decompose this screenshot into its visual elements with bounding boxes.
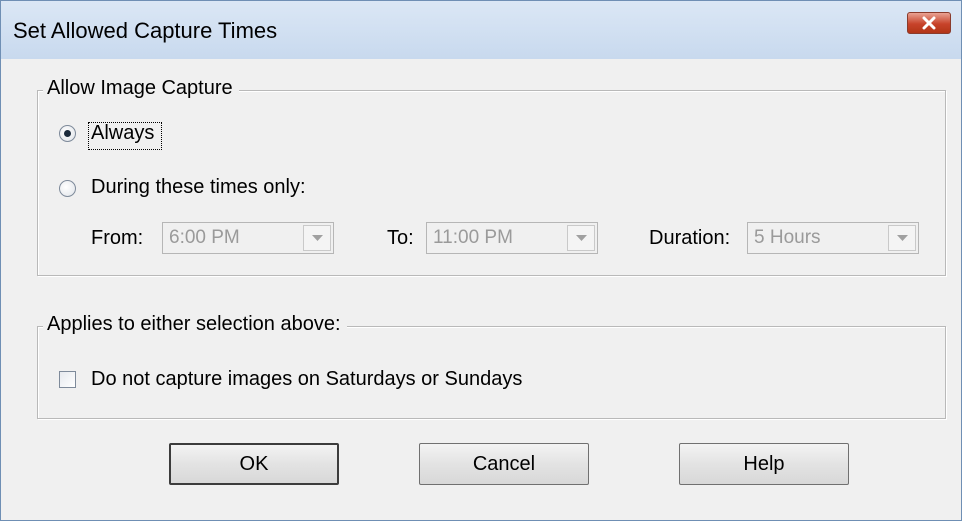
cancel-button[interactable]: Cancel: [419, 443, 589, 485]
to-time-value: 11:00 PM: [433, 227, 513, 248]
duration-dropdown-button[interactable]: [888, 225, 916, 251]
close-button[interactable]: [907, 12, 951, 34]
chevron-down-icon: [576, 235, 587, 241]
weekend-label[interactable]: Do not capture images on Saturdays or Su…: [91, 368, 522, 391]
title-bar[interactable]: Set Allowed Capture Times: [1, 1, 961, 59]
window-title: Set Allowed Capture Times: [13, 18, 278, 43]
from-time-value: 6:00 PM: [169, 227, 240, 248]
duration-select[interactable]: 5 Hours: [747, 222, 919, 254]
always-label[interactable]: Always: [91, 122, 154, 145]
ok-button[interactable]: OK: [169, 443, 339, 485]
dialog-window: Set Allowed Capture Times Allow Image Ca…: [0, 0, 962, 521]
during-times-label[interactable]: During these times only:: [91, 176, 306, 199]
weekend-checkbox[interactable]: [59, 371, 76, 388]
from-dropdown-button[interactable]: [303, 225, 331, 251]
duration-label: Duration:: [649, 227, 731, 249]
applies-legend: Applies to either selection above:: [43, 313, 347, 336]
allow-capture-legend: Allow Image Capture: [43, 77, 239, 100]
duration-value: 5 Hours: [754, 227, 821, 248]
to-label: To:: [387, 227, 414, 249]
help-button[interactable]: Help: [679, 443, 849, 485]
chevron-down-icon: [897, 235, 908, 241]
to-dropdown-button[interactable]: [567, 225, 595, 251]
chevron-down-icon: [312, 235, 323, 241]
radio-selected-dot: [64, 130, 71, 137]
close-icon: [922, 16, 936, 30]
during-times-radio[interactable]: [59, 180, 76, 197]
to-time-select[interactable]: 11:00 PM: [426, 222, 598, 254]
from-label: From:: [91, 227, 144, 249]
from-time-select[interactable]: 6:00 PM: [162, 222, 334, 254]
dialog-body: Allow Image Capture Always During these …: [2, 59, 960, 519]
always-radio[interactable]: [59, 125, 76, 142]
